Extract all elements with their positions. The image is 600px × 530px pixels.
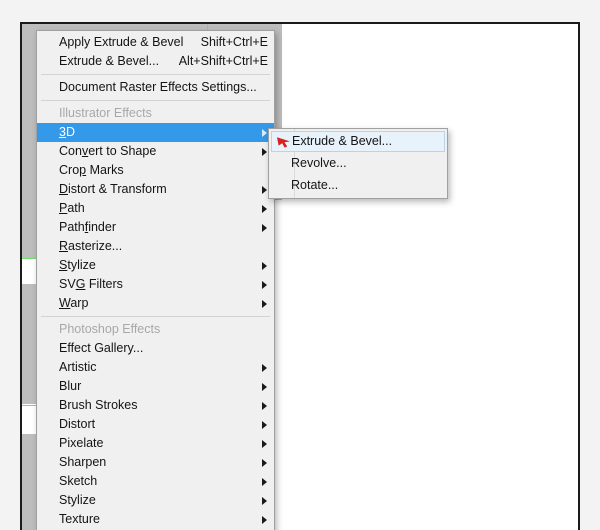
chevron-right-icon (262, 224, 267, 232)
menu-separator (41, 100, 270, 101)
menu-item-label: Apply Extrude & Bevel (59, 33, 183, 52)
menu-item-texture[interactable]: Texture (37, 510, 274, 529)
menu-item-brush-strokes[interactable]: Brush Strokes (37, 396, 274, 415)
chevron-right-icon (262, 459, 267, 467)
menu-section-label: Photoshop Effects (59, 320, 160, 339)
chevron-right-icon (262, 478, 267, 486)
chevron-right-icon (262, 421, 267, 429)
menu-item-label: Artistic (59, 358, 97, 377)
menu-item-label: Brush Strokes (59, 396, 138, 415)
menu-item-path[interactable]: Path (37, 199, 274, 218)
chevron-right-icon (262, 402, 267, 410)
menu-item-label: Sketch (59, 472, 97, 491)
menu-item-warp[interactable]: Warp (37, 294, 274, 313)
menu-item-3d[interactable]: 3D (37, 123, 274, 142)
chevron-right-icon (262, 148, 267, 156)
menu-item-label: Warp (59, 294, 88, 313)
submenu-item-extrude-bevel[interactable]: Extrude & Bevel... (271, 131, 445, 152)
menu-item-label: Stylize (59, 256, 96, 275)
menu-item-label: Blur (59, 377, 81, 396)
submenu-item-rotate[interactable]: Rotate... (269, 174, 447, 196)
menu-section-illustrator-effects: Illustrator Effects (37, 104, 274, 123)
menu-item-svg-filters[interactable]: SVG Filters (37, 275, 274, 294)
menu-item-artistic[interactable]: Artistic (37, 358, 274, 377)
menu-item-label: Texture (59, 510, 100, 529)
submenu-item-label: Revolve... (291, 152, 347, 174)
chevron-right-icon (262, 440, 267, 448)
menu-item-crop-marks[interactable]: Crop Marks (37, 161, 274, 180)
menu-item-label: Rasterize... (59, 237, 122, 256)
chevron-right-icon (262, 300, 267, 308)
menu-item-label: Distort (59, 415, 95, 434)
submenu-item-revolve[interactable]: Revolve... (269, 152, 447, 174)
chevron-right-icon (262, 205, 267, 213)
menu-item-label: Pixelate (59, 434, 103, 453)
menu-item-label: Pathfinder (59, 218, 116, 237)
menu-item-stylize-photoshop[interactable]: Stylize (37, 491, 274, 510)
submenu-item-label: Rotate... (291, 174, 338, 196)
menu-item-label: Effect Gallery... (59, 339, 143, 358)
menu-item-stylize-illustrator[interactable]: Stylize (37, 256, 274, 275)
menu-item-sketch[interactable]: Sketch (37, 472, 274, 491)
menu-section-label: Illustrator Effects (59, 104, 152, 123)
menu-item-extrude-bevel[interactable]: Extrude & Bevel... Alt+Shift+Ctrl+E (37, 52, 274, 71)
app-window: Apply Extrude & Bevel Shift+Ctrl+E Extru… (0, 0, 600, 530)
three-d-submenu[interactable]: Extrude & Bevel... Revolve... Rotate... (268, 128, 448, 199)
chevron-right-icon (262, 262, 267, 270)
chevron-right-icon (262, 383, 267, 391)
chevron-right-icon (262, 281, 267, 289)
menu-item-shortcut: Alt+Shift+Ctrl+E (165, 52, 268, 71)
chevron-right-icon (262, 129, 267, 137)
menu-item-distort-transform[interactable]: Distort & Transform (37, 180, 274, 199)
menu-item-label: Convert to Shape (59, 142, 156, 161)
menu-item-pathfinder[interactable]: Pathfinder (37, 218, 274, 237)
menu-item-label: Stylize (59, 491, 96, 510)
menu-item-shortcut: Shift+Ctrl+E (187, 33, 268, 52)
menu-item-label: 3D (59, 123, 75, 142)
chevron-right-icon (262, 364, 267, 372)
menu-item-distort[interactable]: Distort (37, 415, 274, 434)
menu-item-effect-gallery[interactable]: Effect Gallery... (37, 339, 274, 358)
menu-item-convert-to-shape[interactable]: Convert to Shape (37, 142, 274, 161)
menu-item-label: Extrude & Bevel... (59, 52, 159, 71)
menu-item-label: Distort & Transform (59, 180, 167, 199)
menu-item-label: Document Raster Effects Settings... (59, 78, 257, 97)
menu-item-sharpen[interactable]: Sharpen (37, 453, 274, 472)
mouse-cursor-icon (277, 136, 293, 148)
menu-separator (41, 316, 270, 317)
chevron-right-icon (262, 516, 267, 524)
menu-separator (41, 74, 270, 75)
menu-item-label: Path (59, 199, 85, 218)
submenu-item-label: Extrude & Bevel... (292, 132, 392, 151)
menu-item-document-raster-effects-settings[interactable]: Document Raster Effects Settings... (37, 78, 274, 97)
chevron-right-icon (262, 186, 267, 194)
menu-item-label: SVG Filters (59, 275, 123, 294)
menu-item-apply-extrude-bevel[interactable]: Apply Extrude & Bevel Shift+Ctrl+E (37, 33, 274, 52)
menu-section-photoshop-effects: Photoshop Effects (37, 320, 274, 339)
menu-item-pixelate[interactable]: Pixelate (37, 434, 274, 453)
chevron-right-icon (262, 497, 267, 505)
menu-item-label: Crop Marks (59, 161, 124, 180)
menu-item-blur[interactable]: Blur (37, 377, 274, 396)
menu-item-rasterize[interactable]: Rasterize... (37, 237, 274, 256)
menu-item-label: Sharpen (59, 453, 106, 472)
effect-menu[interactable]: Apply Extrude & Bevel Shift+Ctrl+E Extru… (36, 30, 275, 530)
